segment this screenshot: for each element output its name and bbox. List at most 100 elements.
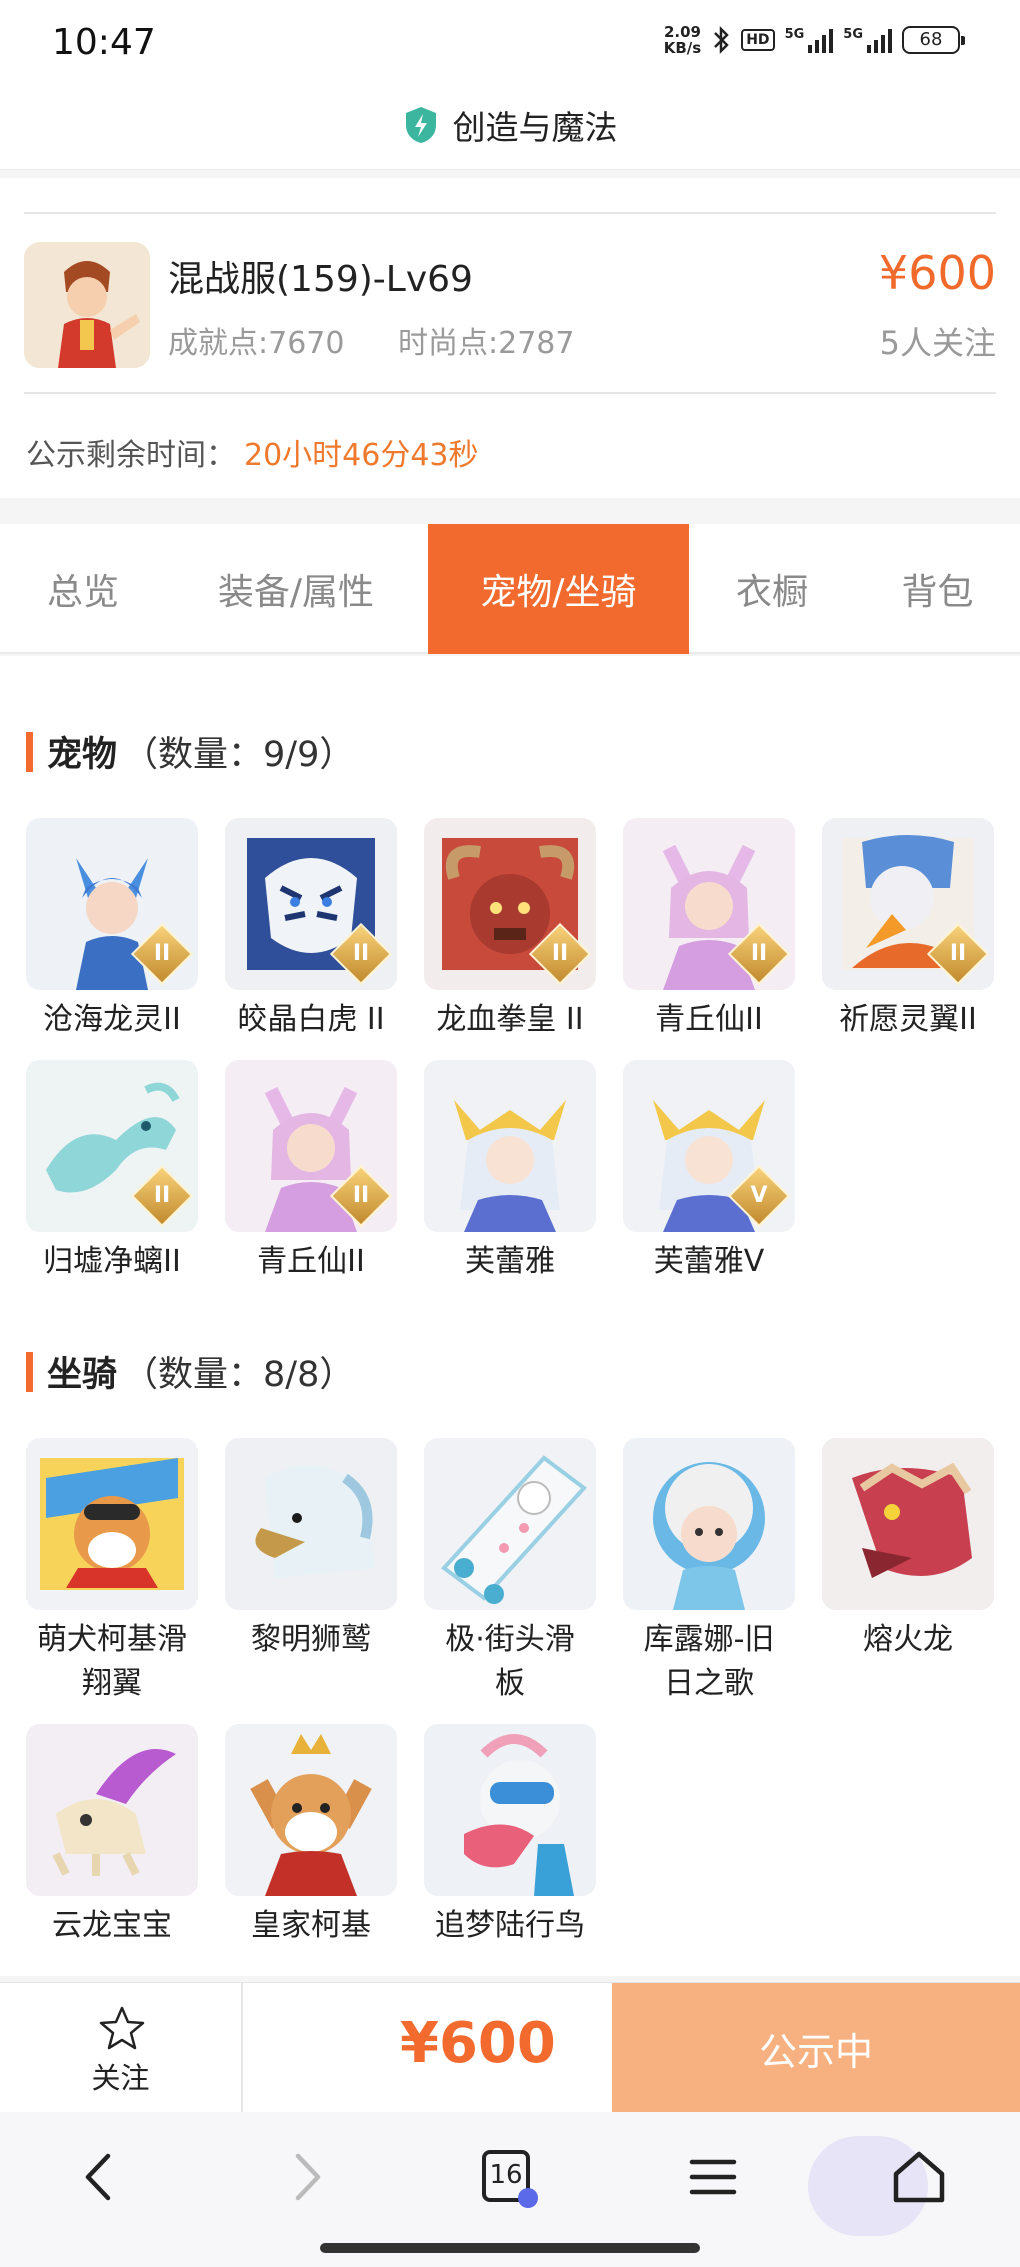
pet-item[interactable]: II 青丘仙II xyxy=(623,818,795,1042)
follower-count: 5人关注 xyxy=(879,324,996,362)
account-summary: 混战服(159)-Lv69 成就点:7670 时尚点:2787 ¥600 5人关… xyxy=(0,178,1020,498)
tab-overview[interactable]: 总览 xyxy=(0,524,166,654)
mount-item[interactable]: 库露娜-旧 日之歌 xyxy=(623,1438,795,1706)
shield-bolt-icon xyxy=(405,106,436,143)
divider xyxy=(24,392,996,394)
pet-item[interactable]: II 沧海龙灵II xyxy=(26,818,198,1042)
mounts-count: （数量：8/8） xyxy=(123,1355,355,1395)
mount-thumbnail xyxy=(26,1724,198,1896)
mounts-title: 坐骑 xyxy=(47,1355,118,1395)
pet-item[interactable]: V 芙蕾雅V xyxy=(623,1060,795,1284)
battery-icon: 68 xyxy=(902,26,965,54)
pet-thumbnail: II xyxy=(26,818,198,990)
signal-type-1: 5G xyxy=(784,27,805,42)
pet-item[interactable]: II 祈愿灵翼II xyxy=(822,818,994,1042)
mount-thumbnail xyxy=(225,1724,397,1896)
mount-item[interactable]: 追梦陆行鸟 xyxy=(424,1724,596,1948)
detail-tabs: 总览 装备/属性 宠物/坐骑 衣橱 背包 xyxy=(0,524,1020,654)
mount-name: 库露娜-旧 日之歌 xyxy=(643,1622,775,1701)
countdown-label: 公示剩余时间： xyxy=(26,438,236,473)
mount-thumbnail xyxy=(26,1438,198,1610)
mount-item[interactable]: 极·街头滑板 xyxy=(424,1438,596,1706)
tab-backpack[interactable]: 背包 xyxy=(855,524,1020,654)
character-avatar-image xyxy=(24,242,150,368)
avatar xyxy=(24,242,150,368)
mount-name: 黎明狮鹫 xyxy=(251,1622,371,1657)
pet-thumbnail: II xyxy=(225,818,397,990)
pet-thumbnail: V xyxy=(623,1060,795,1232)
mount-thumbnail xyxy=(623,1438,795,1610)
mount-name: 萌犬柯基滑 翔翼 xyxy=(37,1622,187,1701)
tab-equipment[interactable]: 装备/属性 xyxy=(166,524,426,654)
fashion-points: 时尚点:2787 xyxy=(398,326,575,361)
network-speed-unit: KB/s xyxy=(663,39,702,57)
pet-name: 芙蕾雅 xyxy=(465,1244,555,1279)
divider xyxy=(24,212,996,214)
tab-wardrobe[interactable]: 衣橱 xyxy=(689,524,855,654)
listing-price: ¥600 xyxy=(878,246,996,300)
pet-item[interactable]: II 皎晶白虎 II xyxy=(225,818,397,1042)
mounts-section-title: 坐骑 （数量：8/8） xyxy=(26,1346,354,1397)
pet-item[interactable]: II 归墟净螭II xyxy=(26,1060,198,1284)
title-bar: 创造与魔法 xyxy=(0,80,1020,170)
section-accent-bar xyxy=(26,731,33,772)
pet-item[interactable]: 芙蕾雅 xyxy=(424,1060,596,1284)
pets-count: （数量：9/9） xyxy=(123,735,355,775)
bottom-price: ¥600 xyxy=(400,2011,556,2076)
status-indicators: 2.09 KB/s HD 5G 5G 68 xyxy=(664,24,965,56)
pet-name: 青丘仙II xyxy=(257,1244,365,1279)
pet-item[interactable]: II 青丘仙II xyxy=(225,1060,397,1284)
pet-name: 青丘仙II xyxy=(655,1002,763,1037)
mount-item[interactable]: 熔火龙 xyxy=(822,1438,994,1662)
mount-thumbnail xyxy=(424,1724,596,1896)
menu-icon[interactable] xyxy=(678,2142,748,2212)
mount-item[interactable]: 萌犬柯基滑 翔翼 xyxy=(26,1438,198,1706)
mount-item[interactable]: 皇家柯基 xyxy=(225,1724,397,1948)
mount-name: 追梦陆行鸟 xyxy=(435,1908,585,1943)
follow-label: 关注 xyxy=(91,2061,150,2095)
home-icon[interactable] xyxy=(884,2142,954,2212)
mount-item[interactable]: 云龙宝宝 xyxy=(26,1724,198,1948)
signal-type-2: 5G xyxy=(843,27,863,42)
role-name: 混战服(159)-Lv69 xyxy=(168,259,473,300)
pet-name: 沧海龙灵II xyxy=(43,1002,181,1037)
pets-section-title: 宠物 （数量：9/9） xyxy=(26,726,354,777)
pet-thumbnail xyxy=(424,1060,596,1232)
network-speed: 2.09 KB/s xyxy=(664,24,701,56)
pets-mounts-panel: 宠物 （数量：9/9） II 沧海龙灵II II 皎晶白虎 II II 龙血拳皇… xyxy=(0,656,1020,1976)
mount-thumbnail xyxy=(822,1438,994,1610)
pet-name: 祈愿灵翼II xyxy=(839,1002,977,1037)
page-title: 创造与魔法 xyxy=(452,107,618,147)
mount-name: 熔火龙 xyxy=(863,1622,953,1657)
star-icon xyxy=(99,2006,145,2050)
pet-thumbnail: II xyxy=(424,818,596,990)
pet-name: 龙血拳皇 II xyxy=(436,1002,584,1037)
pet-name: 归墟净螭II xyxy=(43,1244,181,1279)
pet-thumbnail: II xyxy=(822,818,994,990)
pet-item[interactable]: II 龙血拳皇 II xyxy=(424,818,596,1042)
section-accent-bar xyxy=(26,1351,33,1392)
pet-thumbnail: II xyxy=(26,1060,198,1232)
countdown-value: 20小时46分43秒 xyxy=(244,438,479,473)
signal-strength-1: 5G xyxy=(785,27,834,53)
status-bar: 10:47 2.09 KB/s HD 5G 5G 68 xyxy=(0,0,1020,80)
status-time: 10:47 xyxy=(52,22,156,63)
forward-arrow-icon[interactable] xyxy=(272,2142,342,2212)
publicity-countdown: 公示剩余时间： 20小时46分43秒 xyxy=(26,430,479,474)
tab-pets-mounts[interactable]: 宠物/坐骑 xyxy=(428,524,689,654)
tabs-button[interactable]: 16 xyxy=(474,2142,544,2212)
mount-item[interactable]: 黎明狮鹫 xyxy=(225,1438,397,1662)
achievement-points: 成就点:7670 xyxy=(168,326,345,361)
hd-badge: HD xyxy=(741,29,775,51)
signal-strength-2: 5G xyxy=(843,27,892,53)
bluetooth-icon xyxy=(714,25,729,55)
network-speed-value: 2.09 xyxy=(663,23,701,41)
home-indicator[interactable] xyxy=(320,2243,700,2253)
pet-name: 皎晶白虎 II xyxy=(237,1002,385,1037)
mount-name: 云龙宝宝 xyxy=(52,1908,172,1943)
back-arrow-icon[interactable] xyxy=(64,2142,134,2212)
publicity-status-button[interactable]: 公示中 xyxy=(612,1983,1020,2113)
pets-title: 宠物 xyxy=(47,735,118,775)
follow-button[interactable]: 关注 xyxy=(0,1983,243,2113)
tabs-count: 16 xyxy=(489,2160,523,2190)
